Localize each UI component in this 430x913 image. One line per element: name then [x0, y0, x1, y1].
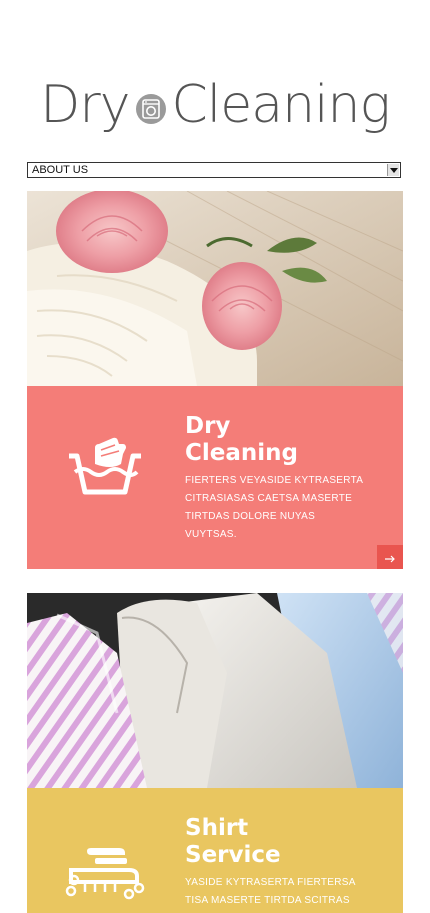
navigation-select[interactable]: ABOUT US — [27, 162, 401, 178]
service-card-dry-cleaning: Dry Cleaning FIERTERS VEYASIDE KYTRASERT… — [27, 191, 403, 569]
washing-machine-icon — [135, 94, 166, 124]
service-title: Dry Cleaning — [185, 413, 298, 466]
hand-wash-icon — [65, 434, 145, 504]
logo-word-dry: Dry — [40, 75, 130, 135]
service-description: FIERTERS VEYASIDE KYTRASERTA CITRASIASAS… — [185, 475, 363, 540]
shirt-service-panel: Shirt Service YASIDE KYTRASERTA FIERTERS… — [27, 788, 403, 913]
dry-cleaning-panel: Dry Cleaning FIERTERS VEYASIDE KYTRASERT… — [27, 386, 403, 569]
service-description: YASIDE KYTRASERTA FIERTERSA TISA MASERTE… — [185, 877, 356, 906]
arrow-right-icon — [385, 548, 395, 567]
service-card-shirt-service: Shirt Service YASIDE KYTRASERTA FIERTERS… — [27, 593, 403, 913]
service-title: Shirt Service — [185, 815, 281, 868]
site-logo[interactable]: Dry Cleaning — [0, 70, 430, 140]
dropdown-arrow-icon[interactable] — [387, 164, 399, 176]
logo-word-cleaning: Cleaning — [171, 75, 391, 135]
iron-brush-icon — [65, 836, 145, 906]
read-more-button[interactable] — [377, 545, 403, 569]
navigation-select-value: ABOUT US — [32, 164, 89, 176]
shirts-photo — [27, 593, 403, 788]
towel-roses-photo — [27, 191, 403, 386]
